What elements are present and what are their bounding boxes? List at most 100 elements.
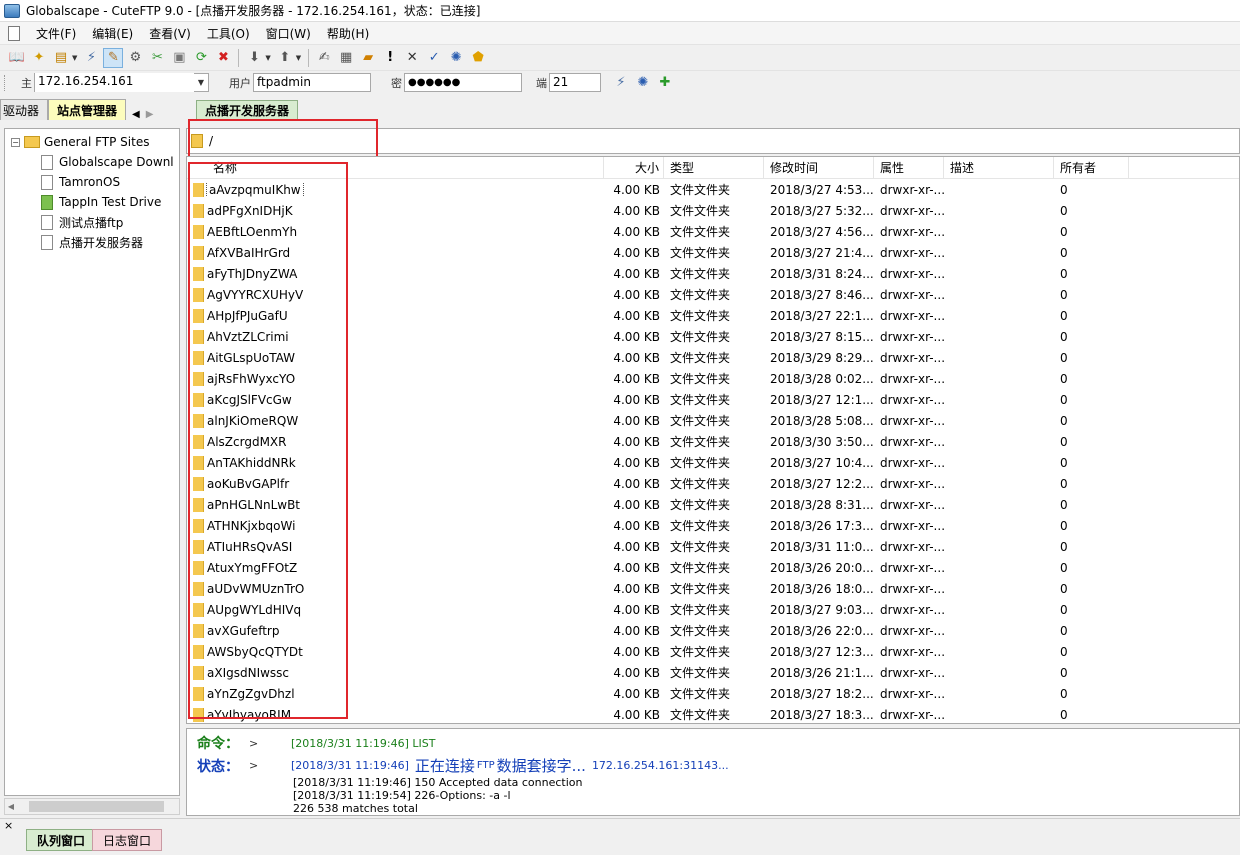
file-attr: drwxr-xr-...	[880, 539, 944, 554]
file-type: 文件文件夹	[670, 267, 731, 281]
shield-icon[interactable]: ⬟	[468, 48, 488, 68]
tools-icon[interactable]: ✂	[147, 48, 167, 68]
host-combo[interactable]: 172.16.254.161 ▼	[34, 73, 209, 92]
col-owner[interactable]: 所有者	[1054, 157, 1129, 179]
menu-edit[interactable]: 编辑(E)	[84, 25, 141, 42]
chevron-down-icon[interactable]: ▼	[194, 78, 208, 87]
log-line: 226 538 matches total	[187, 802, 1239, 815]
col-type-label: 类型	[670, 160, 695, 175]
menu-help[interactable]: 帮助(H)	[319, 25, 377, 42]
menu-view[interactable]: 查看(V)	[141, 25, 199, 42]
file-type: 文件文件夹	[670, 645, 731, 659]
col-modified[interactable]: 修改时间	[764, 157, 874, 179]
tab-site-manager[interactable]: 站点管理器	[48, 99, 127, 120]
file-type: 文件文件夹	[670, 519, 731, 533]
quick-connect-icon[interactable]: ✎	[103, 47, 124, 68]
username-input[interactable]: ftpadmin	[253, 73, 371, 92]
folder-new-icon[interactable]: ▰	[358, 48, 378, 68]
file-attr: drwxr-xr-...	[880, 287, 944, 302]
tree-horizontal-scrollbar[interactable]: ◀	[4, 798, 180, 815]
tab-remote-server[interactable]: 点播开发服务器	[196, 100, 299, 120]
log-command-row: 命令： > [2018/3/31 11:19:46] LIST	[187, 733, 1239, 753]
toolbar-separator	[238, 48, 240, 67]
log-status-small: FTP	[476, 760, 495, 771]
chevron-down-icon[interactable]: ▼	[265, 54, 270, 62]
document-icon[interactable]	[8, 25, 20, 41]
edit-icon[interactable]: ✍	[314, 48, 334, 68]
menu-tools[interactable]: 工具(O)	[199, 25, 258, 42]
file-size: 4.00 KB	[613, 539, 660, 554]
file-owner: 0	[1060, 182, 1068, 197]
tab-queue-window[interactable]: 队列窗口	[26, 829, 97, 851]
file-attr: drwxr-xr-...	[880, 392, 944, 407]
tree-item[interactable]: 测试点播ftp	[5, 212, 179, 232]
connect-icon[interactable]: ⚡	[611, 73, 631, 93]
chevron-down-icon[interactable]: ▼	[296, 54, 301, 62]
settings-icon[interactable]: ✺	[446, 48, 466, 68]
file-size: 4.00 KB	[613, 203, 660, 218]
file-size: 4.00 KB	[613, 182, 660, 197]
stop-icon[interactable]: ✖	[213, 48, 233, 68]
menu-file[interactable]: 文件(F)	[28, 25, 84, 42]
book-icon[interactable]: 📖	[7, 48, 27, 68]
tab-drives[interactable]: 驱动器	[0, 99, 49, 120]
file-size: 4.00 KB	[613, 434, 660, 449]
menu-window[interactable]: 窗口(W)	[258, 25, 319, 42]
port-input[interactable]: 21	[549, 73, 601, 92]
file-size: 4.00 KB	[613, 287, 660, 302]
col-attr[interactable]: 属性	[874, 157, 944, 179]
file-type: 文件文件夹	[670, 561, 731, 575]
file-type: 文件文件夹	[670, 477, 731, 491]
col-size[interactable]: 大小	[604, 157, 664, 179]
password-input[interactable]: ●●●●●●	[404, 73, 522, 92]
delete-icon[interactable]: ✕	[402, 48, 422, 68]
advanced-icon[interactable]: ⚙	[125, 48, 145, 68]
file-attr: drwxr-xr-...	[880, 182, 944, 197]
file-owner: 0	[1060, 518, 1068, 533]
collapse-icon[interactable]: −	[11, 137, 20, 147]
site-icon	[41, 154, 53, 170]
file-attr: drwxr-xr-...	[880, 203, 944, 218]
properties-icon[interactable]: ✓	[424, 48, 444, 68]
file-size: 4.00 KB	[613, 266, 660, 281]
file-size: 4.00 KB	[613, 707, 660, 722]
tab-scroll-left-icon[interactable]: ◀	[132, 109, 140, 120]
menu-bar: 文件(F) 编辑(E) 查看(V) 工具(O) 窗口(W) 帮助(H)	[0, 22, 1240, 44]
view-icon[interactable]: ▦	[336, 48, 356, 68]
connect-icon[interactable]: ⚡	[81, 48, 101, 68]
add-site-icon[interactable]: ✚	[655, 73, 675, 93]
close-icon[interactable]: ×	[4, 819, 13, 832]
col-desc[interactable]: 描述	[944, 157, 1054, 179]
wand-icon[interactable]: ✦	[29, 48, 49, 68]
tree-item[interactable]: Globalscape Downl	[5, 152, 179, 172]
refresh-icon[interactable]: ⟳	[191, 48, 211, 68]
file-type: 文件文件夹	[670, 582, 731, 596]
file-type: 文件文件夹	[670, 330, 731, 344]
log-line-text: [2018/3/31 11:19:46] 150 Accepted data c…	[293, 776, 583, 789]
new-site-icon[interactable]: ▤	[51, 48, 71, 68]
upload-icon[interactable]: ⬆	[275, 48, 295, 68]
file-size: 4.00 KB	[613, 476, 660, 491]
download-icon[interactable]: ⬇	[244, 48, 264, 68]
settings-icon[interactable]: ✺	[633, 73, 653, 93]
scroll-left-icon[interactable]: ◀	[5, 802, 17, 811]
file-owner: 0	[1060, 308, 1068, 323]
file-attr: drwxr-xr-...	[880, 308, 944, 323]
tree-item[interactable]: TappIn Test Drive	[5, 192, 179, 212]
file-type: 文件文件夹	[670, 435, 731, 449]
file-type: 文件文件夹	[670, 603, 731, 617]
col-type[interactable]: 类型	[664, 157, 764, 179]
tab-log-window[interactable]: 日志窗口	[92, 829, 163, 851]
toolbar-grip[interactable]	[4, 74, 7, 91]
tree-item[interactable]: 点播开发服务器	[5, 232, 179, 252]
file-type: 文件文件夹	[670, 372, 731, 386]
tree-root[interactable]: − General FTP Sites	[5, 132, 179, 152]
disconnect-icon[interactable]: ▣	[169, 48, 189, 68]
scrollbar-thumb[interactable]	[29, 801, 164, 812]
chevron-down-icon[interactable]: ▼	[72, 54, 77, 62]
tree-item[interactable]: TamronOS	[5, 172, 179, 192]
exclaim-icon[interactable]: !	[380, 48, 400, 68]
tab-scroll-right-icon[interactable]: ▶	[146, 109, 154, 120]
host-input[interactable]: 172.16.254.161	[35, 73, 194, 92]
file-modified: 2018/3/27 5:32...	[770, 203, 874, 218]
